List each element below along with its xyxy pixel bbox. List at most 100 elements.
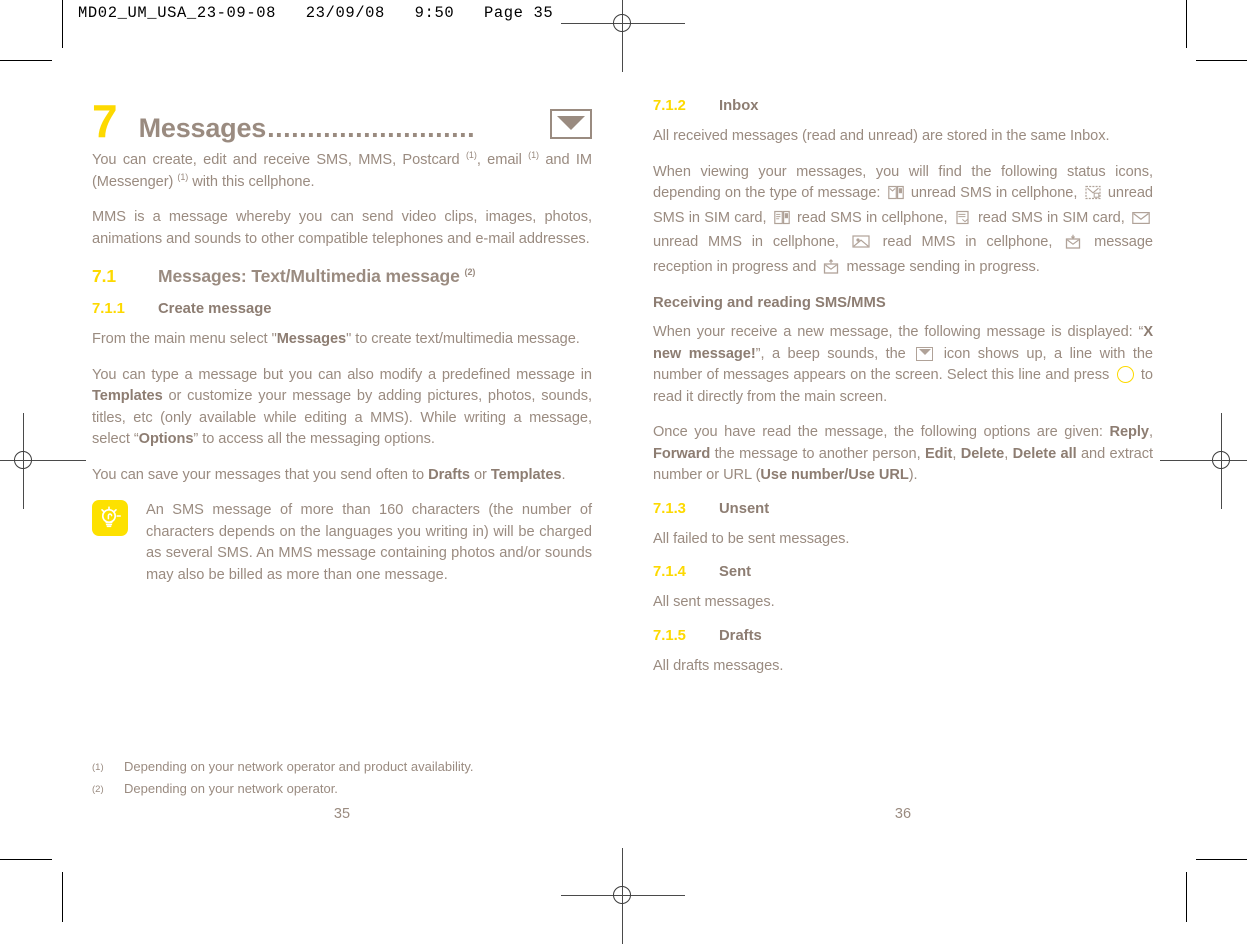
options-sep-1: ,	[1148, 424, 1153, 440]
heading-receiving-reading: Receiving and reading SMS/MMS	[653, 295, 886, 311]
intro-paragraph-2: MMS is a message whereby you can send vi…	[92, 209, 592, 247]
term-delete: Delete	[960, 445, 1005, 462]
options-text-c: the message to another person,	[710, 445, 925, 462]
footnote-text: Depending on your network operator.	[124, 781, 338, 796]
section-label-7-1-1: Create message	[158, 301, 272, 317]
registration-mark-bottom	[561, 848, 685, 944]
term-messages: Messages	[276, 331, 347, 347]
options-text-a: Once you have read the message, the foll…	[653, 424, 1110, 440]
section-heading-7-1-1: 7.1.1 Create message	[92, 301, 592, 317]
envelope-closed-icon	[916, 346, 934, 361]
page-number-right: 36	[894, 806, 912, 822]
save-text-c: or	[469, 466, 491, 483]
chapter-title: 7 Messages ..........................	[92, 98, 592, 150]
page-number-left: 35	[333, 806, 351, 822]
status-label-1: unread SMS in cellphone,	[910, 185, 1078, 201]
section-label-7-1-5: Drafts	[719, 627, 762, 644]
paragraph-sent: All sent messages.	[653, 594, 775, 610]
crop-mark-bottom-left-vertical	[62, 872, 63, 922]
paragraph-read-options: Once you have read the message, the foll…	[653, 422, 1153, 487]
crop-mark-top-left-vertical	[62, 0, 63, 48]
status-label-6: read MMS in cellphone,	[882, 234, 1053, 250]
registration-mark-right	[1160, 413, 1247, 509]
registration-mark-vertical-line	[622, 0, 623, 72]
registration-mark-circle	[1212, 451, 1230, 469]
section-number-7-1-3: 7.1.3	[653, 500, 686, 517]
crop-mark-top-right-horizontal	[1196, 60, 1247, 61]
read-mms-cellphone-icon	[852, 234, 870, 257]
footnote-ref-1c: (1)	[177, 171, 189, 182]
section-heading-7-1-2: 7.1.2 Inbox	[653, 98, 1153, 114]
term-delete-all: Delete all	[1012, 445, 1077, 462]
term-use-number-url: Use number/Use URL	[760, 467, 909, 483]
receive-text-c: ”, a beep sounds, the	[755, 345, 914, 362]
page-left: 7 Messages .......................... Yo…	[92, 0, 592, 586]
paragraph-save-message: You can save your messages that you send…	[92, 465, 592, 487]
term-templates: Templates	[92, 388, 163, 404]
lightbulb-icon	[92, 500, 128, 536]
status-label-4: read SMS in SIM card,	[977, 209, 1125, 226]
paragraph-type-message: You can type a message but you can also …	[92, 365, 592, 451]
unread-mms-cellphone-icon	[1132, 211, 1150, 233]
type-text-e: ” to access all the messaging options.	[193, 431, 435, 447]
footnote-ref-1b: (1)	[528, 150, 539, 161]
status-label-3: read SMS in cellphone,	[796, 209, 948, 226]
save-text-e: .	[561, 466, 566, 483]
unread-sms-cellphone-icon	[887, 185, 904, 208]
intro-text-b: , email	[476, 152, 529, 168]
chapter-name: Messages	[138, 113, 267, 143]
receive-text-a: When your receive a new message, the fol…	[653, 324, 1144, 340]
term-drafts: Drafts	[428, 466, 470, 483]
term-forward: Forward	[653, 445, 711, 462]
registration-mark-left	[0, 413, 86, 509]
section-label-7-1-4: Sent	[719, 564, 752, 580]
section-number-7-1-2: 7.1.2	[653, 98, 686, 114]
options-sep-3: ,	[1004, 445, 1013, 462]
section-label-7-1-3: Unsent	[719, 500, 770, 517]
footnote-marker: (2)	[92, 784, 104, 795]
section-heading-7-1-5: 7.1.5 Drafts	[653, 628, 1153, 644]
ok-key-circle-icon	[1116, 366, 1134, 383]
intro-text-a: You can create, edit and receive SMS, MM…	[92, 152, 466, 168]
envelope-icon	[550, 109, 592, 139]
section-heading-7-1: 7.1 Messages: Text/Multimedia message (2…	[92, 266, 592, 287]
registration-mark-circle	[613, 14, 631, 32]
message-sending-icon	[823, 258, 839, 282]
create-text-c: " to create text/multimedia message.	[346, 331, 580, 347]
term-edit: Edit	[925, 445, 953, 462]
paragraph-create-message: From the main menu select "Messages" to …	[92, 329, 592, 351]
section-number-7-1: 7.1	[92, 266, 117, 286]
section-label-7-1-text: Messages: Text/Multimedia message	[158, 266, 465, 286]
crop-mark-bottom-left-horizontal	[0, 859, 52, 860]
chapter-leader-dots: ..........................	[267, 115, 476, 142]
message-reception-icon	[1065, 234, 1081, 257]
read-sms-cellphone-icon	[773, 210, 790, 233]
term-options: Options	[138, 431, 194, 447]
section-number-7-1-5: 7.1.5	[653, 627, 686, 644]
page-right: 7.1.2 Inbox All received messages (read …	[653, 0, 1153, 677]
section-label-7-1-2: Inbox	[719, 98, 759, 114]
section-number-7-1-4: 7.1.4	[653, 564, 686, 580]
term-templates-2: Templates	[490, 466, 562, 483]
section-label-7-1: Messages: Text/Multimedia message (2)	[158, 266, 475, 287]
paragraph-unsent: All failed to be sent messages.	[653, 530, 850, 547]
options-text-g: ).	[908, 467, 918, 483]
footnotes-block: (1) Depending on your network operator a…	[92, 756, 592, 800]
registration-mark-horizontal-line	[1160, 460, 1247, 461]
type-text-a: You can type a message but you can also …	[92, 366, 592, 383]
footnote-row: (1) Depending on your network operator a…	[92, 756, 592, 778]
paragraph-drafts: All drafts messages.	[653, 657, 784, 674]
note-text: An SMS message of more than 160 characte…	[146, 502, 592, 583]
footnote-ref-2: (2)	[464, 267, 476, 278]
crop-mark-top-left-horizontal	[0, 60, 52, 61]
create-text-a: From the main menu select "	[92, 331, 277, 347]
paragraph-status-icons: When viewing your messages, you will fin…	[653, 162, 1153, 282]
section-heading-7-1-4: 7.1.4 Sent	[653, 564, 1153, 580]
chapter-number: 7	[92, 95, 118, 147]
registration-mark-horizontal-line	[0, 460, 86, 461]
crop-mark-top-right-vertical	[1186, 0, 1187, 48]
read-sms-sim-icon	[955, 210, 971, 233]
crop-mark-bottom-right-vertical	[1186, 872, 1187, 922]
status-label-5: unread MMS in cellphone,	[653, 234, 839, 250]
footnote-row: (2) Depending on your network operator.	[92, 778, 592, 800]
